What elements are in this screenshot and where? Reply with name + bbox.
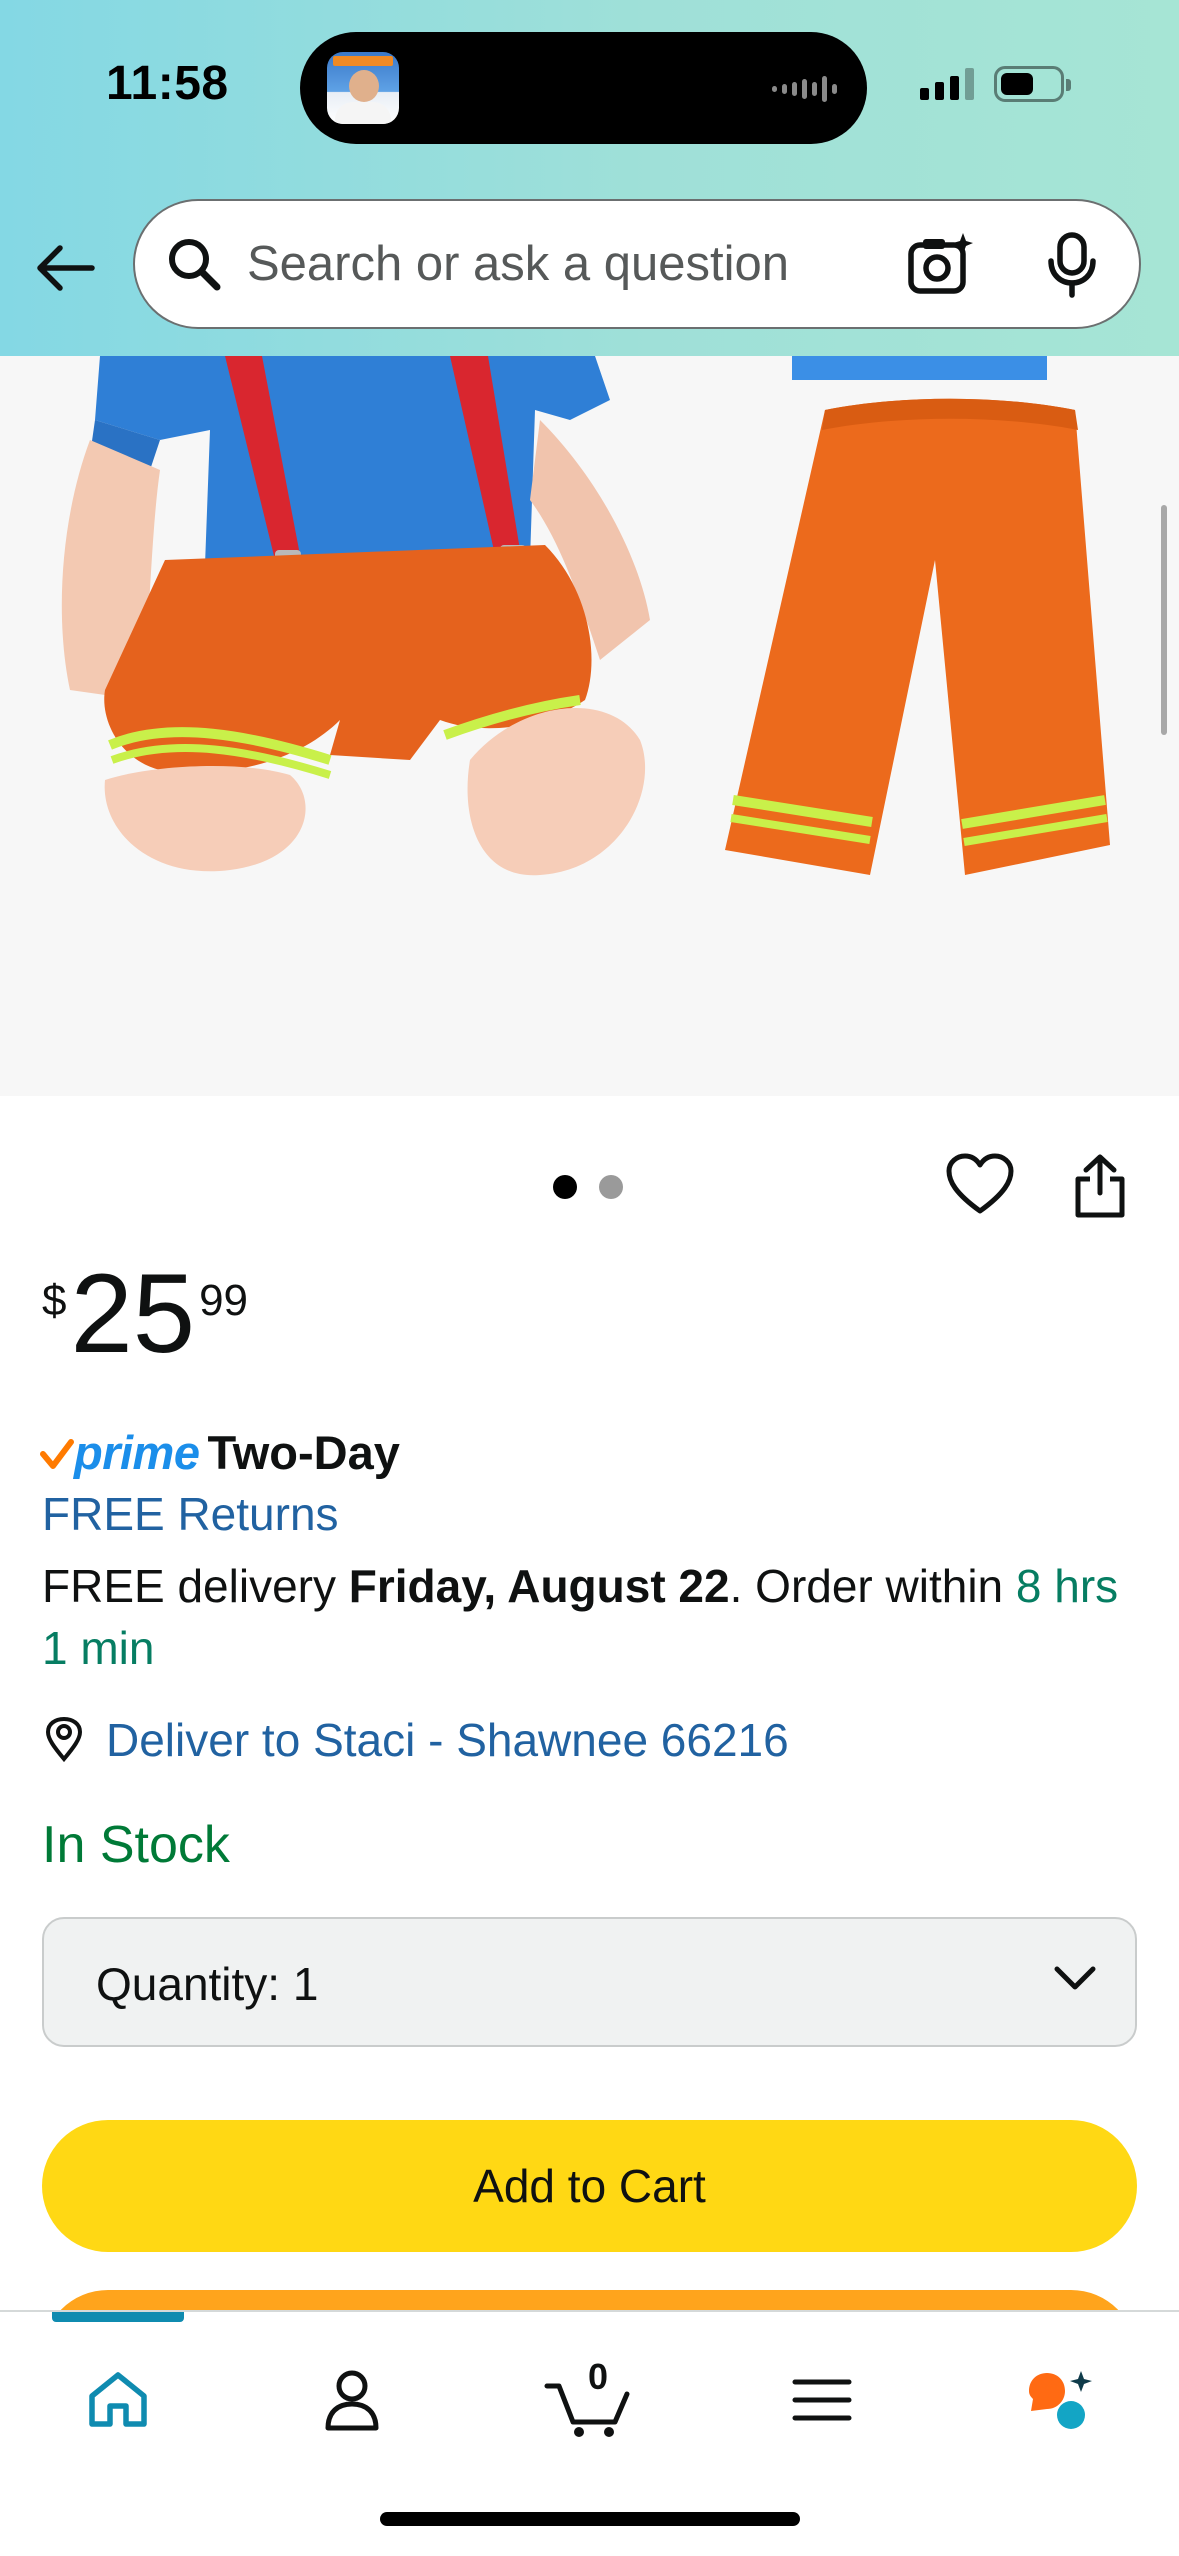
search-input[interactable] xyxy=(247,201,947,327)
menu-icon xyxy=(792,2379,852,2421)
delivery-message: FREE delivery Friday, August 22. Order w… xyxy=(42,1560,1119,1674)
add-to-cart-button[interactable]: Add to Cart xyxy=(42,2120,1137,2252)
product-image-gallery[interactable] xyxy=(0,356,1179,1096)
pagination-dot-2[interactable] xyxy=(599,1175,623,1199)
app-header: 11:58 xyxy=(0,0,1179,356)
audio-wave-icon xyxy=(772,76,837,102)
quantity-selector[interactable]: Quantity: 1 xyxy=(42,1917,1137,2047)
microphone-icon[interactable] xyxy=(1043,231,1101,299)
quantity-value: 1 xyxy=(292,1958,319,2010)
deliver-to-text[interactable]: Deliver to Staci - Shawnee 66216 xyxy=(106,1713,789,1767)
rufus-assistant-icon xyxy=(1029,2371,1092,2429)
price-fraction: 99 xyxy=(199,1276,249,1325)
nav-cart[interactable]: 0 xyxy=(538,2350,638,2450)
search-icon xyxy=(169,239,221,291)
delivery-date: Friday, August 22 xyxy=(348,1560,730,1612)
back-button[interactable] xyxy=(30,232,102,304)
deliver-to-location[interactable]: Deliver to Staci - Shawnee 66216 xyxy=(42,1713,789,1767)
free-returns-link[interactable]: FREE Returns xyxy=(42,1487,339,1541)
cellular-signal-icon xyxy=(920,68,974,100)
prime-shipping-label: Two-Day xyxy=(207,1426,400,1479)
prime-check-icon xyxy=(40,1438,74,1469)
battery-icon xyxy=(994,66,1071,102)
product-image xyxy=(61,356,1110,876)
nav-home[interactable] xyxy=(68,2350,168,2450)
nav-assistant[interactable] xyxy=(1010,2350,1110,2450)
nav-menu[interactable] xyxy=(772,2350,872,2450)
price-currency: $ xyxy=(42,1276,67,1325)
search-bar[interactable] xyxy=(133,199,1141,329)
share-icon xyxy=(1075,1154,1125,1218)
stock-status: In Stock xyxy=(42,1816,230,1874)
gallery-pagination[interactable] xyxy=(553,1175,623,1199)
prime-logo: prime xyxy=(40,1425,200,1480)
status-time: 11:58 xyxy=(106,57,229,110)
heart-icon xyxy=(946,1153,1014,1214)
active-tab-indicator xyxy=(52,2312,184,2322)
account-icon xyxy=(325,2370,379,2431)
now-playing-avatar xyxy=(327,52,399,124)
nav-account[interactable] xyxy=(302,2350,402,2450)
quantity-label: Quantity: xyxy=(96,1958,281,2010)
cart-count-badge: 0 xyxy=(588,2356,609,2397)
prime-badge: prime Two-Day xyxy=(40,1425,400,1480)
scroll-indicator[interactable] xyxy=(1161,505,1167,735)
share-button[interactable] xyxy=(1072,1153,1128,1224)
camera-sparkle-icon[interactable] xyxy=(905,231,975,297)
chevron-down-icon xyxy=(1054,1966,1096,1990)
pagination-dot-1[interactable] xyxy=(553,1175,577,1199)
price-whole: 25 xyxy=(70,1251,196,1376)
arrow-left-icon xyxy=(37,245,95,291)
home-indicator[interactable] xyxy=(380,2512,800,2526)
dynamic-island[interactable] xyxy=(300,32,867,144)
home-icon xyxy=(89,2372,147,2427)
location-pin-icon xyxy=(45,1717,83,1763)
product-price: $ 25 99 xyxy=(42,1258,248,1370)
add-to-list-button[interactable] xyxy=(945,1153,1015,1222)
